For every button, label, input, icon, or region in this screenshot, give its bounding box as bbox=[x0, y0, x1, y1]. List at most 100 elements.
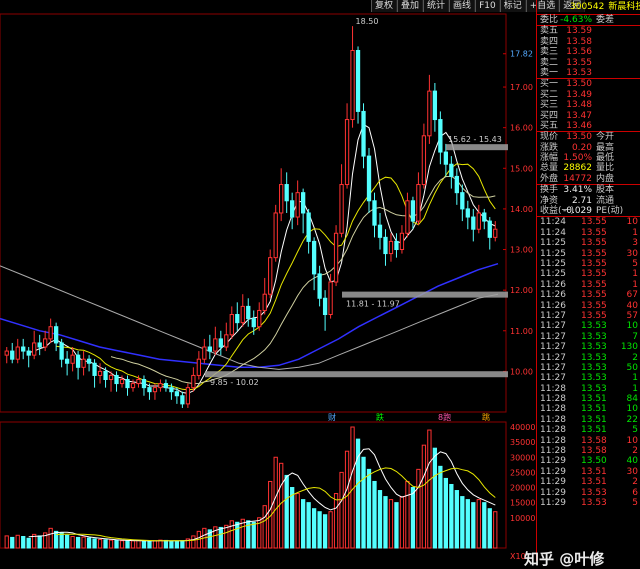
event-marker: 跌 bbox=[376, 412, 384, 422]
bid-row-label: 买一 bbox=[540, 79, 559, 90]
kline-chart-svg[interactable]: 17.82 17.00 16.00 15.00 14.00 13.00 12.00 11.00… bbox=[0, 0, 536, 561]
toolbar-button-draw-line[interactable]: 画线 bbox=[449, 0, 476, 12]
price-axis-label: 11.00 bbox=[510, 327, 533, 336]
volume-bar bbox=[75, 536, 81, 549]
toolbar-button-f10[interactable]: F10 bbox=[475, 0, 500, 12]
candle-body bbox=[443, 151, 449, 165]
tick-price: 13.51 bbox=[581, 477, 607, 488]
tick-price: 13.53 bbox=[581, 342, 607, 353]
tick-volume: 10 bbox=[626, 321, 638, 332]
volume-bar bbox=[108, 539, 114, 549]
volume-bar bbox=[224, 524, 229, 549]
volume-bar bbox=[235, 521, 240, 549]
tick-price: 13.53 bbox=[581, 331, 607, 342]
toolbar-button-fuquan[interactable]: 复权 bbox=[371, 0, 398, 12]
volume-bar bbox=[322, 514, 328, 549]
ask-row-label: 卖五 bbox=[540, 26, 559, 37]
stat-row: 换手 3.41% 股本 bbox=[537, 185, 640, 195]
bid-row-label: 买二 bbox=[540, 89, 559, 100]
volume-bar bbox=[251, 521, 256, 549]
volume-bar bbox=[86, 537, 92, 549]
volume-bar bbox=[180, 540, 185, 549]
candle-body bbox=[4, 350, 9, 356]
kline-chart-area[interactable]: 17.82 17.00 16.00 15.00 14.00 13.00 12.00 11.00… bbox=[0, 0, 536, 561]
ask-row-value: 13.59 bbox=[566, 26, 592, 37]
volume-bar bbox=[361, 456, 366, 549]
volume-bar bbox=[388, 499, 394, 549]
tick-volume: 6 bbox=[632, 487, 638, 498]
quote-row-value: 0.20 bbox=[571, 142, 592, 153]
tick-price: 13.55 bbox=[581, 248, 607, 259]
quote-row: 现价 13.50 今开 bbox=[537, 132, 640, 142]
volume-bar bbox=[64, 534, 70, 549]
tick-price: 13.51 bbox=[581, 466, 607, 477]
candle-body bbox=[75, 354, 81, 368]
tick-row: 11:28 13.51 84 bbox=[537, 394, 640, 404]
volume-bar bbox=[141, 540, 147, 549]
bid-row-value: 13.47 bbox=[566, 110, 592, 121]
candle-body bbox=[361, 110, 366, 157]
tick-time: 11:28 bbox=[540, 383, 566, 394]
price-annotation: 15.62 - 15.43 bbox=[448, 135, 502, 144]
tick-time: 11:25 bbox=[540, 269, 566, 280]
candle-body bbox=[21, 346, 26, 352]
quote-row-label2: 最低 bbox=[596, 153, 615, 164]
volume-bar bbox=[465, 499, 470, 549]
price-band bbox=[205, 371, 508, 378]
quote-row-label: 涨幅 bbox=[540, 153, 559, 164]
tick-volume: 2 bbox=[632, 352, 638, 363]
volume-bar bbox=[487, 508, 492, 549]
quote-row: 涨跌 0.20 最高 bbox=[537, 143, 640, 153]
volume-bar bbox=[399, 496, 405, 549]
event-marker: 财 bbox=[328, 412, 336, 422]
tick-time: 11:29 bbox=[540, 497, 566, 508]
candle-body bbox=[268, 257, 273, 295]
volume-bar bbox=[152, 540, 158, 549]
stock-name: 新晨科技 bbox=[608, 2, 640, 12]
toolbar-button-mark[interactable]: 标记 bbox=[499, 0, 526, 12]
stat-row-label: 净资 bbox=[540, 195, 559, 206]
tick-row: 11:28 13.58 2 bbox=[537, 446, 640, 456]
tick-volume: 2 bbox=[632, 477, 638, 488]
toolbar-button-statistics[interactable]: 统计 bbox=[423, 0, 450, 12]
tick-price: 13.58 bbox=[581, 446, 607, 457]
volume-bar bbox=[471, 502, 476, 549]
candle-body bbox=[454, 175, 459, 194]
volume-bar bbox=[317, 511, 322, 549]
tick-price: 13.55 bbox=[581, 269, 607, 280]
volume-bar bbox=[460, 496, 465, 549]
toolbar-button-overlay[interactable]: 叠加 bbox=[397, 0, 424, 12]
price-band bbox=[342, 291, 508, 298]
bid-row-value: 13.48 bbox=[566, 100, 592, 111]
quote-row: 总量 28862 量比 bbox=[537, 163, 640, 173]
volume-bar bbox=[163, 539, 169, 549]
tick-price: 13.55 bbox=[581, 290, 607, 301]
tick-volume: 1 bbox=[632, 383, 638, 394]
tick-list[interactable]: 11:24 13.55 10 11:24 13.55 1 11:25 13.55 3 11:25 1… bbox=[537, 217, 640, 508]
stat-row-value: 3.41% bbox=[563, 185, 592, 196]
tick-volume: 10 bbox=[626, 217, 638, 228]
candle-body bbox=[493, 228, 498, 238]
tick-price: 13.55 bbox=[581, 217, 607, 228]
price-annotation: 9.85 - 10.02 bbox=[210, 378, 259, 387]
tick-time: 11:27 bbox=[540, 342, 566, 353]
candle-body bbox=[322, 297, 328, 316]
tick-time: 11:25 bbox=[540, 248, 566, 259]
volume-bar bbox=[284, 474, 289, 549]
candle-body bbox=[432, 90, 438, 121]
volume-bar bbox=[70, 536, 75, 549]
tick-row: 11:24 13.55 1 bbox=[537, 228, 640, 238]
tick-row: 11:27 13.53 1 bbox=[537, 373, 640, 383]
volume-axis-label: 40000 bbox=[510, 423, 535, 432]
quote-row-label: 总量 bbox=[540, 163, 559, 174]
stat-row: 收益(一) -0.029 PE(动) bbox=[537, 206, 640, 216]
candle-body bbox=[290, 200, 295, 218]
candle-body bbox=[333, 232, 339, 283]
candle-body bbox=[207, 346, 212, 352]
tick-time: 11:26 bbox=[540, 300, 566, 311]
bid-row-value: 13.50 bbox=[566, 79, 592, 90]
candle-body bbox=[114, 374, 119, 385]
price-axis-label: 16.00 bbox=[510, 124, 533, 133]
tick-row: 11:27 13.55 57 bbox=[537, 311, 640, 321]
tick-time: 11:24 bbox=[540, 217, 566, 228]
